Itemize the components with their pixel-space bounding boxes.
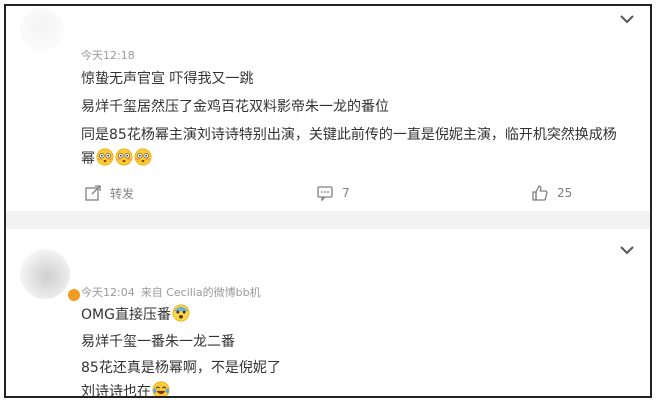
comment-source[interactable]: 来自 Cecilia的微博bb机 <box>141 286 261 299</box>
share-icon <box>85 185 101 201</box>
comment-text: OMG直接压番 <box>81 307 171 323</box>
comment-text-line: 惊蛰无声官宣 吓得我又一跳 <box>81 71 254 87</box>
comment-meta: 今天12:04 来自 Cecilia的微博bb机 <box>81 284 261 300</box>
comment-card-1: 今天12:18 惊蛰无声官宣 吓得我又一跳 易烊千玺居然压了金鸡百花双料影帝朱一… <box>6 6 650 211</box>
comment-text: 刘诗诗也在 <box>81 384 151 398</box>
comment-count: 7 <box>342 186 350 200</box>
chevron-down-icon[interactable] <box>618 12 636 26</box>
surprised-face-icon <box>172 304 190 322</box>
screenshot-frame: 今天12:18 惊蛰无声官宣 吓得我又一跳 易烊千玺居然压了金鸡百花双料影帝朱一… <box>4 4 652 398</box>
comment-separator <box>6 211 650 229</box>
avatar[interactable] <box>20 8 64 52</box>
comment-time: 今天12:18 <box>81 49 135 62</box>
comment-icon <box>317 186 333 202</box>
comment-text-line: 易烊千玺居然压了金鸡百花双料影帝朱一龙的番位 <box>81 99 389 115</box>
thumbs-up-icon <box>532 185 548 201</box>
comment-text-line: 85花还真是杨幂啊，不是倪妮了 <box>81 360 281 376</box>
chevron-down-icon[interactable] <box>618 243 636 257</box>
comment-text-line-with-emoji: OMG直接压番 <box>81 304 190 324</box>
avatar[interactable] <box>20 249 70 299</box>
like-button[interactable]: 25 <box>531 184 572 202</box>
laughing-tears-face-icon <box>152 381 170 396</box>
comment-button[interactable]: 7 <box>316 184 350 202</box>
comment-meta: 今天12:18 <box>81 47 135 63</box>
like-count: 25 <box>557 186 573 200</box>
share-button[interactable]: 转发 <box>84 184 134 202</box>
comment-text-line-with-emoji: 刘诗诗也在 <box>81 381 170 398</box>
flushed-face-icon <box>134 148 152 166</box>
comment-time: 今天12:04 <box>81 286 135 299</box>
comment-card-2: 今天12:04 来自 Cecilia的微博bb机 OMG直接压番 易烊千玺一番朱一… <box>6 229 650 398</box>
verified-badge-icon <box>67 288 81 302</box>
share-label: 转发 <box>110 186 135 201</box>
action-bar: 转发 7 25 <box>6 184 650 206</box>
comment-text-line: 同是85花杨幂主演刘诗诗特别出演，关键此前传的一直是倪妮主演，临开机突然换成杨 <box>81 127 617 143</box>
comment-text-line-with-emoji: 幂 <box>81 148 152 168</box>
comment-text-line: 易烊千玺一番朱一龙二番 <box>81 334 235 350</box>
flushed-face-icon <box>115 148 133 166</box>
comment-text-tail: 幂 <box>81 151 95 167</box>
flushed-face-icon <box>96 148 114 166</box>
